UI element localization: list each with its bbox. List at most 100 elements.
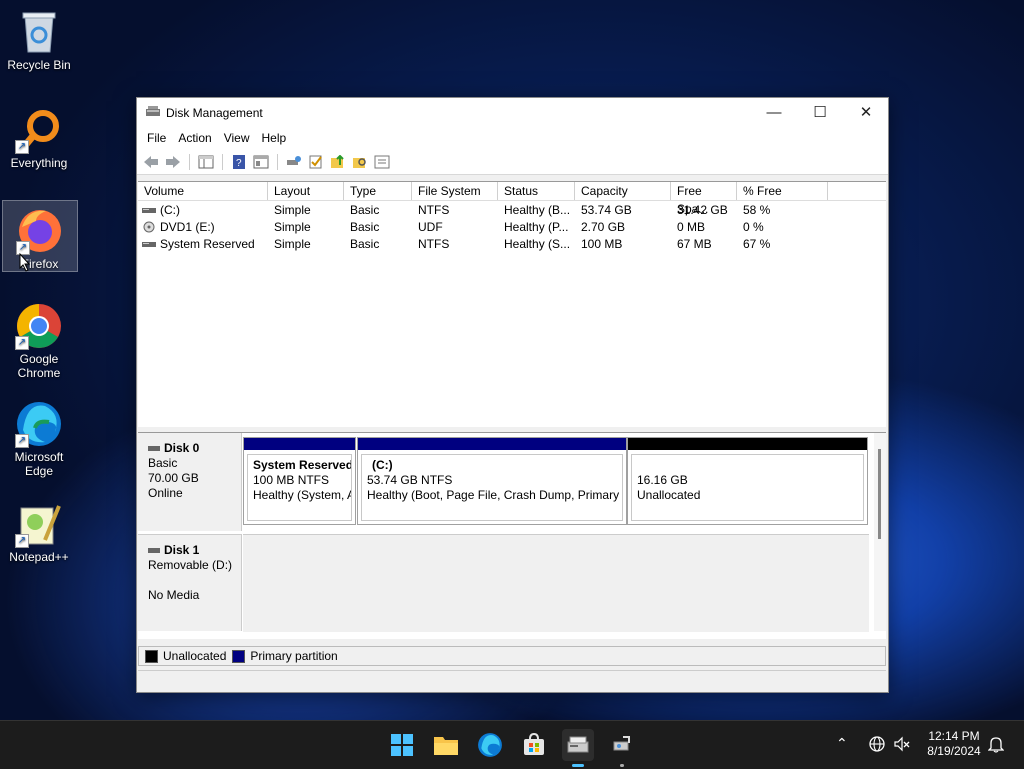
firefox-icon: ↗ bbox=[16, 207, 64, 255]
window-title: Disk Management bbox=[166, 106, 263, 120]
free-space-cell: 31.42 GB bbox=[677, 202, 728, 217]
tray-overflow-button[interactable]: ⌃ bbox=[836, 735, 848, 752]
disk-1-label[interactable]: Disk 1 Removable (D:) No Media bbox=[138, 534, 242, 631]
network-icon[interactable] bbox=[868, 735, 886, 756]
taskbar-file-explorer[interactable] bbox=[430, 729, 462, 761]
partition-status: Healthy (Boot, Page File, Crash Dump, Pr… bbox=[367, 488, 623, 502]
primary-partition-bar bbox=[244, 438, 355, 450]
windows-start-icon bbox=[391, 734, 413, 756]
partition-status: Healthy (System, A bbox=[253, 488, 352, 502]
disk-type: Removable (D:) bbox=[148, 558, 233, 572]
taskbar-device-manager[interactable] bbox=[606, 729, 638, 767]
status-cell: Healthy (S... bbox=[504, 236, 571, 251]
back-button[interactable] bbox=[141, 153, 161, 171]
volume-cell: DVD1 (E:) bbox=[138, 220, 268, 234]
percent-free-cell: 58 % bbox=[743, 202, 771, 217]
layout-cell: Simple bbox=[274, 236, 311, 251]
disk-management-app-icon bbox=[146, 106, 160, 116]
shortcut-arrow-icon: ↗ bbox=[15, 534, 29, 548]
desktop-icon-label: Everything bbox=[10, 156, 68, 170]
volume-list: Volume Layout Type File System Status Ca… bbox=[138, 181, 886, 427]
partition-unallocated[interactable]: 16.16 GB Unallocated bbox=[627, 437, 868, 525]
folder-search-button[interactable] bbox=[350, 153, 370, 171]
desktop-icon-chrome[interactable]: ↗ Google Chrome bbox=[2, 296, 76, 380]
volume-name: System Reserved bbox=[160, 236, 255, 251]
table-row[interactable]: DVD1 (E:) Simple Basic UDF Healthy (P...… bbox=[138, 218, 886, 235]
menu-action[interactable]: Action bbox=[172, 131, 217, 145]
column-header-percent-free[interactable]: % Free bbox=[737, 182, 828, 200]
column-header-status[interactable]: Status bbox=[498, 182, 575, 200]
mouse-cursor-icon bbox=[19, 253, 31, 272]
desktop-icon-everything[interactable]: ↗ Everything bbox=[2, 100, 76, 170]
connect-button[interactable] bbox=[284, 153, 304, 171]
taskbar-store[interactable] bbox=[518, 729, 550, 761]
properties-button[interactable] bbox=[372, 153, 392, 171]
taskbar-edge[interactable] bbox=[474, 729, 506, 761]
recycle-bin-icon bbox=[15, 8, 63, 56]
folder-up-button[interactable] bbox=[328, 153, 348, 171]
partition-name: System Reserved bbox=[253, 458, 352, 472]
partition-body: (C:) 53.74 GB NTFS Healthy (Boot, Page F… bbox=[361, 454, 623, 521]
disk-size: 70.00 GB bbox=[148, 471, 199, 485]
menu-help[interactable]: Help bbox=[256, 131, 293, 145]
everything-icon: ↗ bbox=[15, 106, 63, 154]
menu-file[interactable]: File bbox=[141, 131, 172, 145]
running-indicator bbox=[620, 764, 624, 767]
column-header-volume[interactable]: Volume bbox=[138, 182, 268, 200]
notifications-icon[interactable] bbox=[987, 735, 1005, 756]
disk-name: Disk 1 bbox=[164, 543, 200, 557]
partition-size: 100 MB NTFS bbox=[253, 473, 330, 487]
folder-up-icon bbox=[331, 154, 344, 168]
desktop-icon-notepadpp[interactable]: ↗ Notepad++ bbox=[2, 494, 76, 564]
desktop-icon-label: Firefox bbox=[21, 257, 59, 271]
forward-button[interactable] bbox=[163, 153, 183, 171]
table-row[interactable]: System Reserved Simple Basic NTFS Health… bbox=[138, 235, 886, 252]
edge-icon bbox=[478, 733, 502, 757]
partition-c-drive[interactable]: (C:) 53.74 GB NTFS Healthy (Boot, Page F… bbox=[357, 437, 627, 525]
disk-1-area bbox=[243, 534, 869, 632]
volume-muted-icon[interactable] bbox=[893, 735, 911, 756]
desktop-icon-recycle-bin[interactable]: Recycle Bin bbox=[2, 2, 76, 72]
column-header-free-space[interactable]: Free Spa... bbox=[671, 182, 737, 216]
capacity-cell: 53.74 GB bbox=[581, 202, 632, 217]
view-button[interactable] bbox=[251, 153, 271, 171]
table-row[interactable]: (C:) Simple Basic NTFS Healthy (B... 53.… bbox=[138, 201, 886, 218]
partition-status: Unallocated bbox=[637, 488, 701, 502]
column-header-type[interactable]: Type bbox=[344, 182, 412, 200]
scrollbar-thumb[interactable] bbox=[878, 449, 881, 539]
show-hide-tree-button[interactable] bbox=[196, 153, 216, 171]
console-tree-icon bbox=[198, 155, 214, 168]
close-button[interactable]: ✕ bbox=[843, 98, 889, 127]
column-header-file-system[interactable]: File System bbox=[412, 182, 498, 200]
check-button[interactable] bbox=[306, 153, 326, 171]
disk-management-window: Disk Management — ☐ ✕ File Action View H… bbox=[136, 97, 889, 693]
disk-0-label[interactable]: Disk 0 Basic 70.00 GB Online bbox=[138, 433, 242, 531]
minimize-button[interactable]: — bbox=[751, 98, 797, 127]
forward-arrow-icon bbox=[166, 155, 180, 168]
partition-name bbox=[637, 458, 858, 473]
title-bar[interactable]: Disk Management — ☐ ✕ bbox=[137, 98, 888, 127]
maximize-button[interactable]: ☐ bbox=[797, 98, 843, 127]
percent-free-cell: 0 % bbox=[743, 219, 764, 234]
clock[interactable]: 12:14 PM 8/19/2024 bbox=[920, 729, 988, 759]
desktop-icon-firefox[interactable]: ↗ Firefox bbox=[2, 200, 78, 272]
taskbar-disk-management[interactable] bbox=[562, 729, 594, 767]
properties-icon bbox=[374, 155, 390, 168]
disk-connect-icon bbox=[287, 155, 301, 165]
disk-type: Basic bbox=[148, 456, 178, 470]
dvd-drive-icon bbox=[143, 221, 155, 232]
desktop-icon-edge[interactable]: ↗ Microsoft Edge bbox=[2, 394, 76, 478]
disk-graphical-view: Disk 0 Basic 70.00 GB Online System Rese… bbox=[138, 432, 886, 639]
type-cell: Basic bbox=[350, 202, 380, 217]
help-button[interactable]: ? bbox=[229, 153, 249, 171]
volume-drive-icon bbox=[142, 207, 156, 213]
column-header-layout[interactable]: Layout bbox=[268, 182, 344, 200]
volume-name: (C:) bbox=[160, 202, 180, 217]
vertical-scrollbar[interactable] bbox=[874, 433, 886, 631]
volume-name: DVD1 (E:) bbox=[160, 219, 215, 234]
disk-name: Disk 0 bbox=[164, 441, 200, 455]
partition-system-reserved[interactable]: System Reserved 100 MB NTFS Healthy (Sys… bbox=[243, 437, 356, 525]
menu-view[interactable]: View bbox=[218, 131, 256, 145]
column-header-capacity[interactable]: Capacity bbox=[575, 182, 671, 200]
start-button[interactable] bbox=[386, 729, 418, 761]
